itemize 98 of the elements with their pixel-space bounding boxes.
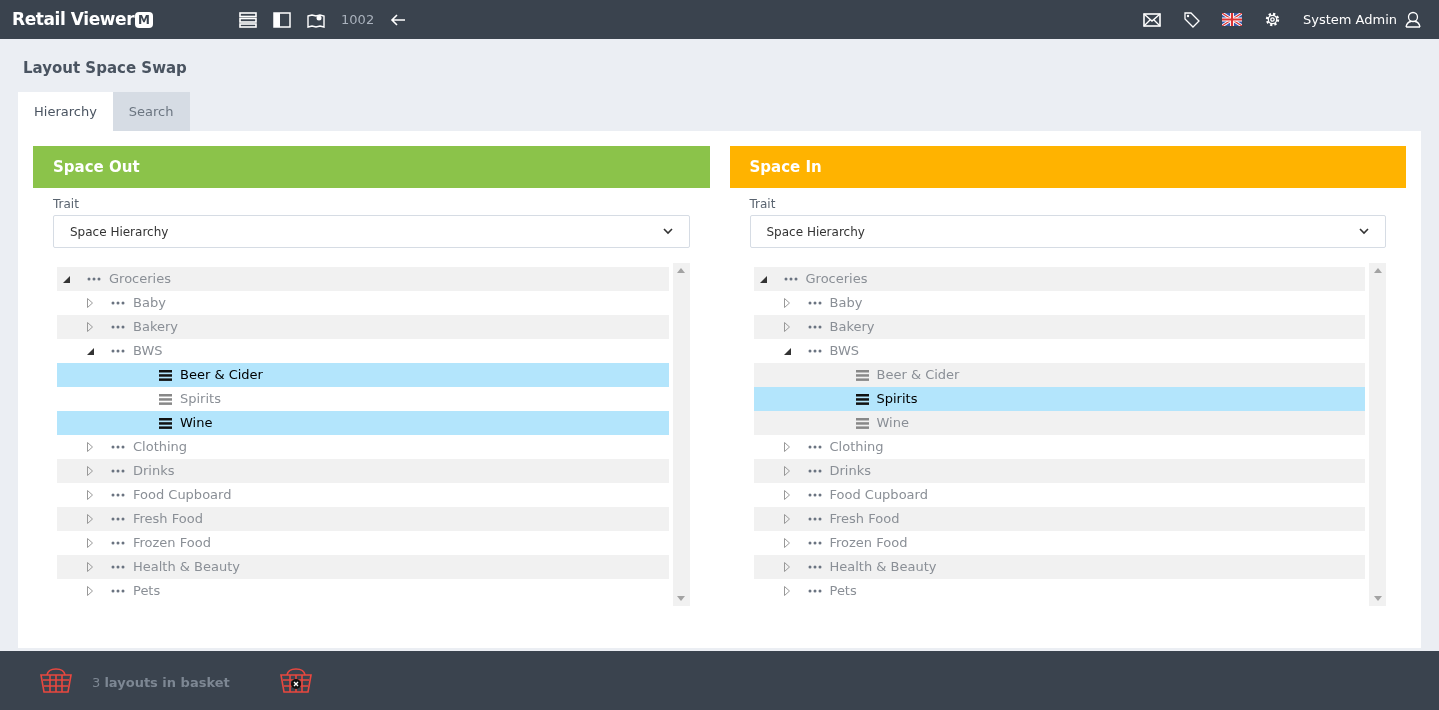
dots-icon <box>111 469 125 473</box>
dots-icon <box>807 349 822 353</box>
list-icon <box>855 393 869 405</box>
settings-icon[interactable] <box>1263 11 1281 28</box>
list-icon <box>855 369 869 381</box>
list-icon <box>159 417 172 429</box>
list-icon <box>855 417 869 429</box>
dots-icon <box>807 469 822 473</box>
collapsed-triangle-icon[interactable] <box>783 322 790 332</box>
scroll-down-icon[interactable] <box>1373 596 1382 601</box>
tree-row[interactable]: Health & Beauty <box>753 555 1365 579</box>
tree-row[interactable]: Drinks <box>57 459 669 483</box>
scroll-up-icon[interactable] <box>1373 268 1382 273</box>
tab[interactable]: Search <box>112 92 190 131</box>
dots-icon <box>111 565 125 569</box>
collapsed-triangle-icon[interactable] <box>87 298 93 308</box>
list-icon[interactable] <box>239 11 258 28</box>
scrollbar[interactable] <box>1369 263 1386 606</box>
list-icon <box>159 369 172 381</box>
collapsed-triangle-icon[interactable] <box>783 562 790 572</box>
panel-header: Space Out <box>33 146 710 188</box>
tree-row[interactable]: Drinks <box>753 459 1365 483</box>
store-number: 1002 <box>341 10 375 29</box>
dots-icon <box>111 541 125 545</box>
tree-row[interactable]: Groceries <box>753 267 1365 291</box>
scrollbar[interactable] <box>672 263 690 606</box>
collapsed-triangle-icon[interactable] <box>783 466 790 476</box>
collapsed-triangle-icon[interactable] <box>783 490 790 500</box>
dots-icon <box>807 517 822 521</box>
tree-row[interactable]: Fresh Food <box>753 507 1365 531</box>
dots-icon <box>111 349 125 353</box>
collapsed-triangle-icon[interactable] <box>87 490 93 500</box>
collapsed-triangle-icon[interactable] <box>87 466 93 476</box>
dots-icon <box>807 325 822 329</box>
tree-row[interactable]: Health & Beauty <box>57 555 669 579</box>
tree-row[interactable]: Bakery <box>753 315 1365 339</box>
tree-row[interactable]: Spirits <box>753 387 1365 411</box>
dots-icon <box>807 493 822 497</box>
page-title: Layout Space Swap <box>23 58 188 77</box>
tab[interactable]: Hierarchy <box>18 92 113 131</box>
dots-icon <box>807 541 822 545</box>
collapsed-triangle-icon[interactable] <box>87 514 93 524</box>
expanded-triangle-icon[interactable] <box>783 347 791 355</box>
expanded-triangle-icon[interactable] <box>63 275 70 283</box>
list-icon <box>159 393 172 405</box>
dots-icon <box>111 445 125 449</box>
trait-dropdown[interactable]: Space Hierarchy <box>749 215 1386 248</box>
scroll-up-icon[interactable] <box>677 268 685 273</box>
collapsed-triangle-icon[interactable] <box>783 514 790 524</box>
collapsed-triangle-icon[interactable] <box>783 586 790 596</box>
map-icon[interactable] <box>307 11 326 28</box>
expanded-triangle-icon[interactable] <box>87 347 94 355</box>
dots-icon <box>111 589 125 593</box>
collapsed-triangle-icon[interactable] <box>87 322 93 332</box>
trait-label: Trait <box>749 196 776 213</box>
scroll-down-icon[interactable] <box>677 596 685 601</box>
flag-icon[interactable] <box>1221 13 1242 26</box>
collapsed-triangle-icon[interactable] <box>783 442 790 452</box>
chevron-down-icon <box>662 228 673 235</box>
basket-count: 3 layouts in basket <box>92 674 230 693</box>
chevron-down-icon <box>1359 228 1369 235</box>
dots-icon <box>111 493 125 497</box>
collapsed-triangle-icon[interactable] <box>87 586 93 596</box>
dots-icon <box>807 565 822 569</box>
tree-row[interactable]: Beer & Cider <box>57 363 669 387</box>
user-icon[interactable] <box>1405 11 1421 28</box>
dots-icon <box>111 301 125 305</box>
dots-icon <box>111 517 125 521</box>
tree-row[interactable]: Groceries <box>57 267 669 291</box>
trait-label: Trait <box>53 196 79 213</box>
mail-icon[interactable] <box>1142 12 1161 27</box>
logo-badge: M <box>135 11 154 28</box>
basket-icon[interactable] <box>40 667 72 694</box>
app-logo: Retail Viewer <box>12 7 135 31</box>
clear-basket-icon[interactable] <box>279 667 312 694</box>
tree-row[interactable]: Bakery <box>57 315 669 339</box>
collapsed-triangle-icon[interactable] <box>783 538 790 548</box>
tree-row[interactable]: Beer & Cider <box>753 363 1365 387</box>
expanded-triangle-icon[interactable] <box>759 275 767 283</box>
dots-icon <box>783 277 798 281</box>
dots-icon <box>807 589 822 593</box>
collapsed-triangle-icon[interactable] <box>87 538 93 548</box>
trait-dropdown[interactable]: Space Hierarchy <box>53 215 690 248</box>
dots-icon <box>807 445 822 449</box>
tree-row[interactable]: Wine <box>57 411 669 435</box>
back-arrow-icon[interactable] <box>390 12 407 27</box>
collapsed-triangle-icon[interactable] <box>783 298 790 308</box>
tree-row[interactable]: Fresh Food <box>57 507 669 531</box>
panel-icon[interactable] <box>273 11 292 28</box>
collapsed-triangle-icon[interactable] <box>87 562 93 572</box>
tag-icon[interactable] <box>1182 11 1200 28</box>
tree-row[interactable]: Wine <box>753 411 1365 435</box>
panel-header: Space In <box>729 146 1406 188</box>
collapsed-triangle-icon[interactable] <box>87 442 93 452</box>
dots-icon <box>87 277 101 281</box>
user-name[interactable]: System Admin <box>1302 9 1397 30</box>
dots-icon <box>111 325 125 329</box>
dots-icon <box>807 301 822 305</box>
